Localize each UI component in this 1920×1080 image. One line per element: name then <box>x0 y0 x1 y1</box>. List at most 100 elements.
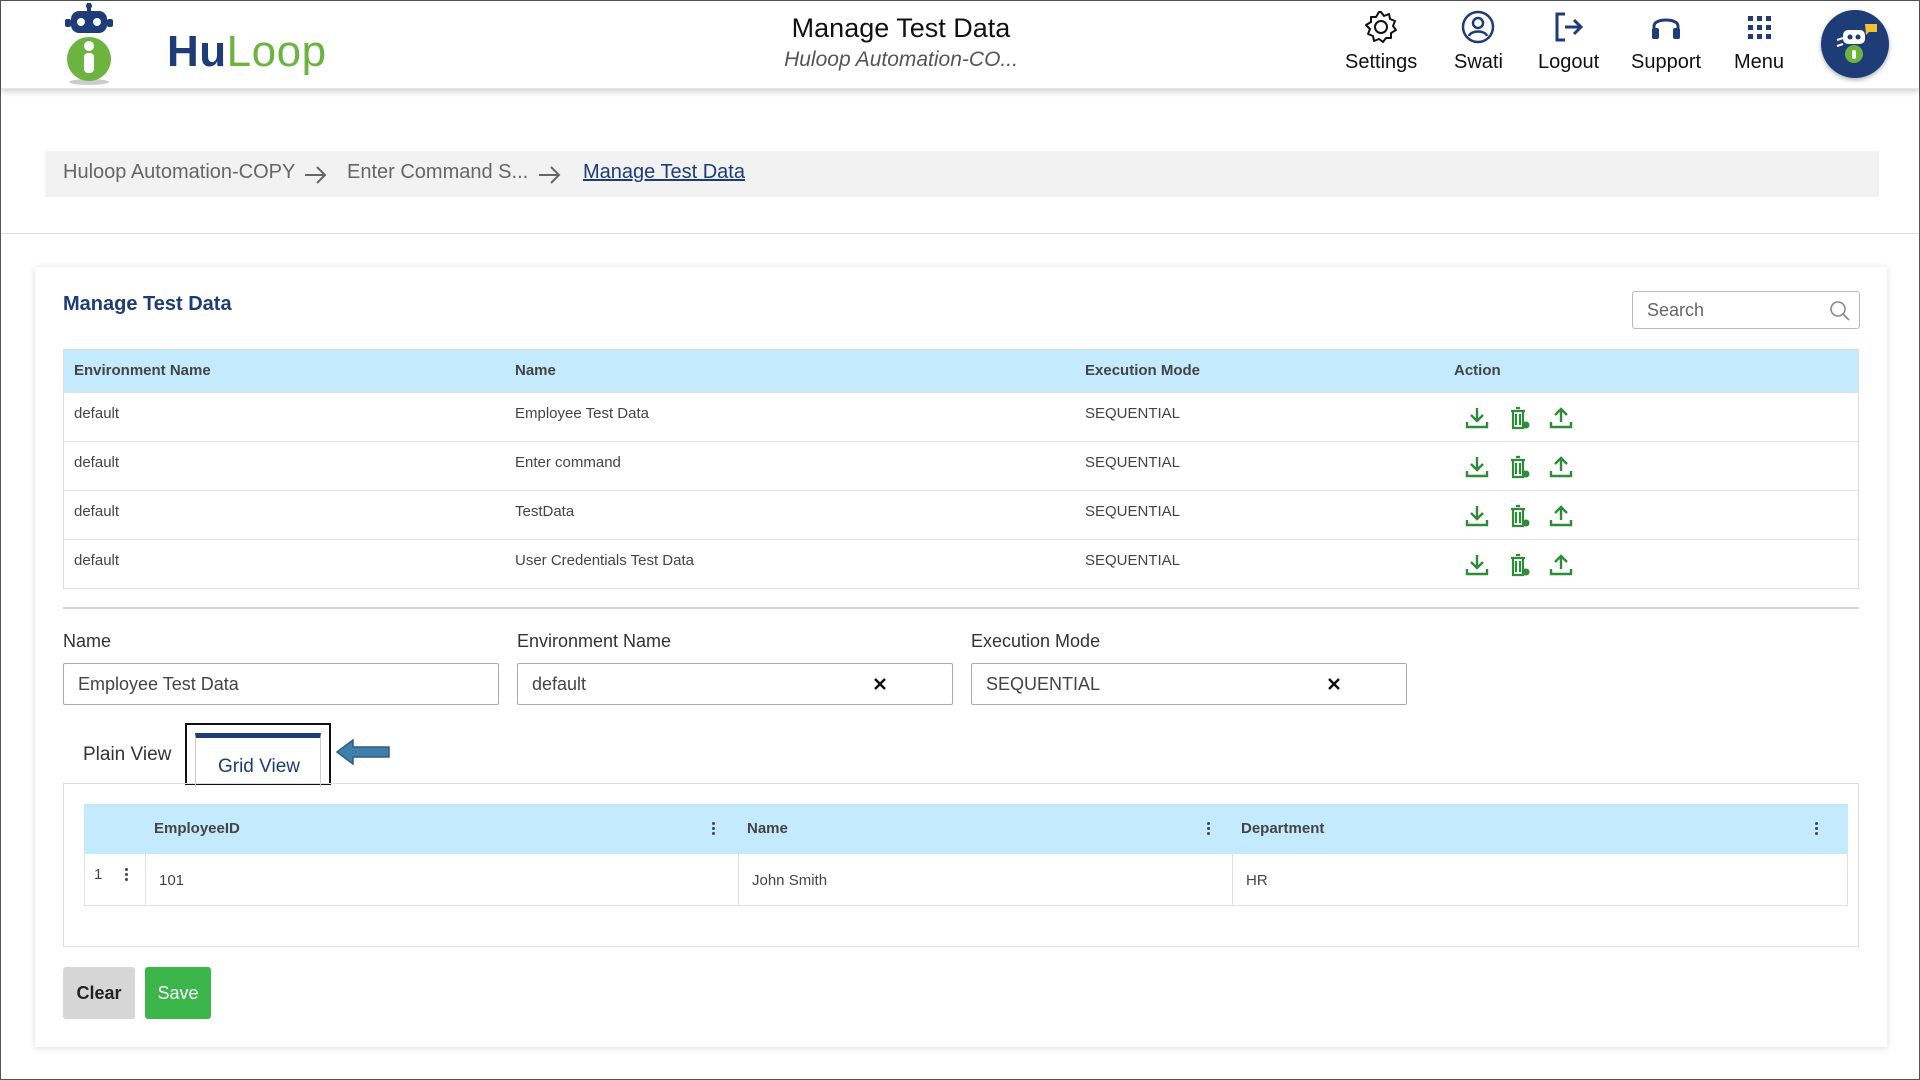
clear-button[interactable]: Clear <box>63 967 135 1019</box>
breadcrumb: Huloop Automation-COPY Enter Command S..… <box>45 151 1879 197</box>
column-menu-icon[interactable] <box>1815 822 1819 836</box>
assistant-avatar[interactable] <box>1821 10 1889 78</box>
app-window: HuLoop Manage Test Data Huloop Automatio… <box>0 0 1920 1080</box>
breadcrumb-project[interactable]: Huloop Automation-COPY <box>63 161 295 184</box>
clear-icon[interactable] <box>1324 674 1344 694</box>
grid-cell-divider <box>1232 854 1233 906</box>
logout-icon <box>1555 12 1583 42</box>
column-menu-icon[interactable] <box>712 822 716 836</box>
row-menu-icon[interactable] <box>125 868 129 882</box>
row-mode: SEQUENTIAL <box>1085 552 1181 569</box>
grid-panel: EmployeeID Name Department 1 101 John Sm… <box>63 783 1859 947</box>
upload-icon[interactable] <box>1548 552 1574 578</box>
top-header: HuLoop Manage Test Data Huloop Automatio… <box>1 1 1919 89</box>
row-name: User Credentials Test Data <box>515 552 694 569</box>
upload-icon[interactable] <box>1548 405 1574 431</box>
delete-icon[interactable] <box>1506 503 1532 529</box>
execution-mode-value: SEQUENTIAL <box>986 674 1101 694</box>
nav-support[interactable]: Support <box>1631 9 1701 74</box>
grid-row[interactable]: 1 101 John Smith HR <box>84 854 1848 906</box>
name-field-value: Employee Test Data <box>78 674 239 694</box>
robot-logo-icon <box>65 3 113 85</box>
col-name: Name <box>515 362 556 379</box>
nav-logout[interactable]: Logout <box>1538 9 1599 74</box>
download-icon[interactable] <box>1464 503 1490 529</box>
table-header: Environment Name Name Execution Mode Act… <box>64 350 1858 392</box>
project-subtitle: Huloop Automation-CO... <box>784 48 1018 71</box>
nav-user[interactable]: Swati <box>1454 9 1503 74</box>
nav-logout-label: Logout <box>1538 51 1600 73</box>
grid-cell-divider <box>145 854 146 906</box>
table-row[interactable]: default Employee Test Data SEQUENTIAL <box>64 392 1858 441</box>
grid-col-name: Name <box>747 820 788 837</box>
arrow-left-indicator-icon <box>335 738 390 766</box>
download-icon[interactable] <box>1464 405 1490 431</box>
grid-menu-icon <box>1748 16 1772 39</box>
environment-select[interactable]: default <box>517 663 953 705</box>
row-name: Enter command <box>515 454 621 471</box>
grid-col-department: Department <box>1241 820 1325 837</box>
row-name: Employee Test Data <box>515 405 649 422</box>
name-label: Name <box>63 631 112 651</box>
nav-menu[interactable]: Menu <box>1734 9 1784 74</box>
upload-icon[interactable] <box>1548 503 1574 529</box>
column-menu-icon[interactable] <box>1207 822 1211 836</box>
grid-cell-divider <box>738 854 739 906</box>
header-title-block: Manage Test Data Huloop Automation-CO... <box>701 13 1101 72</box>
col-environment-name: Environment Name <box>74 362 211 379</box>
robot-assistant-icon <box>1836 24 1877 63</box>
row-mode: SEQUENTIAL <box>1085 503 1181 520</box>
row-environment: default <box>74 405 120 422</box>
logo-hu: Hu <box>167 27 227 76</box>
col-action: Action <box>1454 362 1501 379</box>
arrow-right-icon <box>539 166 561 184</box>
search-input[interactable] <box>1633 292 1823 328</box>
grid-cell-name[interactable]: John Smith <box>752 872 827 889</box>
grid-header: EmployeeID Name Department <box>84 804 1848 854</box>
delete-icon[interactable] <box>1506 454 1532 480</box>
clear-icon[interactable] <box>870 674 890 694</box>
page-title: Manage Test Data <box>791 13 1011 43</box>
breadcrumb-command[interactable]: Enter Command S... <box>347 161 528 184</box>
row-mode: SEQUENTIAL <box>1085 405 1181 422</box>
table-row[interactable]: default TestData SEQUENTIAL <box>64 490 1858 539</box>
table-row[interactable]: default Enter command SEQUENTIAL <box>64 441 1858 490</box>
search-box <box>1632 291 1860 329</box>
row-environment: default <box>74 503 120 520</box>
headset-icon <box>1652 18 1681 39</box>
search-icon[interactable] <box>1829 300 1851 322</box>
download-icon[interactable] <box>1464 454 1490 480</box>
execution-mode-select[interactable]: SEQUENTIAL <box>971 663 1407 705</box>
nav-support-label: Support <box>1631 51 1702 73</box>
grid-col-employee-id: EmployeeID <box>154 820 240 837</box>
tab-plain-view[interactable]: Plain View <box>83 744 171 766</box>
grid-cell-employee-id[interactable]: 101 <box>159 872 184 889</box>
nav-settings[interactable]: Settings <box>1345 9 1417 74</box>
row-name: TestData <box>515 503 575 520</box>
save-button[interactable]: Save <box>145 967 211 1019</box>
section-divider <box>1 233 1919 234</box>
data-grid: EmployeeID Name Department 1 101 John Sm… <box>84 804 1848 906</box>
breadcrumb-current[interactable]: Manage Test Data <box>583 161 745 184</box>
arrow-right-icon <box>305 166 327 184</box>
environment-value: default <box>532 674 587 694</box>
col-execution-mode: Execution Mode <box>1085 362 1201 379</box>
name-field[interactable]: Employee Test Data <box>63 663 499 705</box>
tab-grid-label: Grid View <box>217 756 300 777</box>
huloop-logo[interactable]: HuLoop <box>49 3 326 87</box>
test-data-table: Environment Name Name Execution Mode Act… <box>63 349 1859 589</box>
execution-mode-label: Execution Mode <box>971 631 1101 651</box>
download-icon[interactable] <box>1464 552 1490 578</box>
row-environment: default <box>74 454 120 471</box>
grid-row-index: 1 <box>94 866 103 883</box>
delete-icon[interactable] <box>1506 552 1532 578</box>
form-divider <box>63 607 1859 609</box>
card-title: Manage Test Data <box>63 293 232 315</box>
table-row[interactable]: default User Credentials Test Data SEQUE… <box>64 539 1858 588</box>
user-icon <box>1462 10 1495 44</box>
row-environment: default <box>74 552 120 569</box>
grid-cell-department[interactable]: HR <box>1246 872 1268 889</box>
tab-grid-view[interactable]: Grid View <box>185 723 331 787</box>
upload-icon[interactable] <box>1548 454 1574 480</box>
delete-icon[interactable] <box>1506 405 1532 431</box>
